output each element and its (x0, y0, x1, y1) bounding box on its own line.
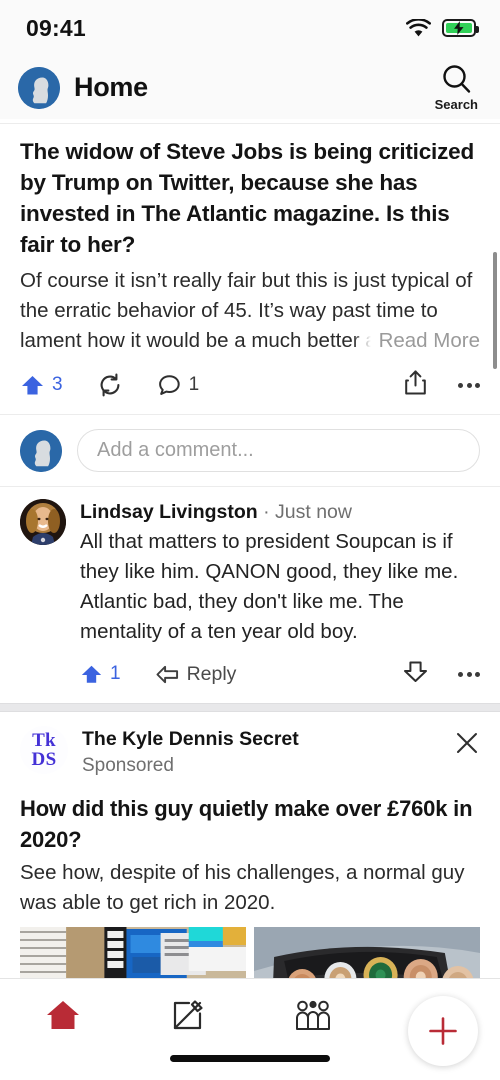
reply-arrow-icon (156, 665, 178, 683)
advertiser-logo[interactable]: Tk DS (20, 726, 68, 774)
search-icon (443, 65, 471, 93)
downvote-arrow-icon (404, 661, 427, 682)
post-comment-button[interactable]: 1 (157, 373, 200, 398)
sponsored-label: Sponsored (82, 755, 174, 776)
comment-upvote-button[interactable]: 1 (80, 663, 121, 686)
commenter-portrait (20, 499, 66, 545)
tab-spaces[interactable] (250, 993, 375, 1037)
ad-header: Tk DS The Kyle Dennis Secret Sponsored (20, 726, 480, 779)
advertiser-name[interactable]: The Kyle Dennis Secret (82, 727, 440, 752)
upvote-arrow-icon (22, 375, 43, 394)
post-repost-button[interactable] (97, 372, 123, 398)
profile-head-icon (20, 429, 62, 472)
status-time: 09:41 (26, 14, 86, 41)
comment-more-options-button[interactable] (458, 671, 480, 677)
search-button[interactable]: Search (435, 63, 478, 112)
home-indicator (170, 1055, 330, 1062)
post-body-wrapper: Of course it isn’t really fair but this … (20, 266, 480, 356)
comment-action-bar: 1 Reply (80, 647, 480, 703)
pencil-square-icon (173, 1000, 203, 1030)
comment-item: Lindsay Livingston · Just now All that m… (0, 487, 500, 703)
post-upvote-count: 3 (52, 374, 63, 395)
tab-home[interactable] (0, 993, 125, 1037)
status-bar: 09:41 (0, 0, 500, 56)
comment-author[interactable]: Lindsay Livingston (80, 501, 258, 523)
comment-input[interactable]: Add a comment... (77, 429, 480, 472)
comment-body-wrapper: Lindsay Livingston · Just now All that m… (80, 499, 480, 703)
search-label: Search (434, 97, 478, 112)
upvote-arrow-icon (81, 665, 102, 683)
post-card[interactable]: The widow of Steve Jobs is being critici… (0, 124, 500, 356)
repost-icon (100, 373, 120, 397)
comment-bubble-icon (158, 374, 180, 395)
app-header: Home Search (0, 56, 500, 119)
wifi-icon (406, 18, 431, 36)
comment-separator: · (263, 501, 270, 523)
more-options-icon (458, 671, 463, 677)
comment-upvote-count: 1 (110, 663, 121, 684)
section-divider (0, 703, 500, 712)
post-title[interactable]: The widow of Steve Jobs is being critici… (20, 136, 480, 260)
tab-answer[interactable] (125, 993, 250, 1037)
ad-logo-line-2: DS (31, 749, 57, 770)
home-icon (46, 1000, 79, 1029)
header-left: Home (18, 66, 148, 109)
post-share-button[interactable] (403, 369, 428, 401)
comment-reply-label: Reply (186, 662, 237, 685)
sponsored-ad-card[interactable]: Tk DS The Kyle Dennis Secret Sponsored H… (0, 712, 500, 1007)
comment-reply-button[interactable]: Reply (155, 662, 237, 686)
post-comment-count: 1 (188, 374, 200, 395)
quora-user-avatar[interactable] (18, 66, 60, 109)
ad-title[interactable]: How did this guy quietly make over £760k… (20, 793, 480, 855)
post-upvote-button[interactable]: 3 (20, 373, 63, 398)
ad-identity: The Kyle Dennis Secret Sponsored (82, 726, 440, 779)
lightning-bolt-icon (454, 21, 464, 35)
feed-scroll-area[interactable]: The widow of Steve Jobs is being critici… (0, 119, 500, 1066)
comment-header: Lindsay Livingston · Just now (80, 499, 480, 525)
comment-timestamp: Just now (275, 501, 352, 523)
composer-avatar[interactable] (20, 429, 62, 472)
comment-text: All that matters to president Soupcan is… (80, 530, 459, 643)
ad-close-button[interactable] (454, 726, 480, 761)
battery-charging-icon (442, 19, 479, 37)
create-post-fab[interactable] (408, 996, 478, 1066)
ad-logo-line-1: Tk (32, 730, 56, 751)
ad-description: See how, despite of his challenges, a no… (20, 861, 465, 914)
post-more-options-button[interactable] (458, 382, 480, 388)
post-action-bar: 3 1 (0, 356, 500, 414)
comment-downvote-button[interactable] (403, 659, 428, 689)
plus-icon (429, 1017, 457, 1045)
status-indicators (406, 18, 479, 38)
share-icon (405, 370, 426, 395)
more-options-icon (458, 382, 463, 388)
people-group-icon (295, 1000, 330, 1030)
comment-action-right (403, 659, 480, 689)
profile-head-icon (18, 66, 60, 109)
read-more-link[interactable]: Read More (352, 326, 480, 356)
post-action-right (403, 369, 480, 401)
app-root: 09:41 Home Search The widow of Steve Job… (0, 0, 500, 1080)
page-title: Home (74, 72, 148, 102)
close-icon (457, 733, 477, 753)
vertical-scrollbar[interactable] (493, 252, 497, 369)
commenter-photo-avatar[interactable] (20, 499, 66, 545)
comment-composer[interactable]: Add a comment... (0, 415, 500, 486)
